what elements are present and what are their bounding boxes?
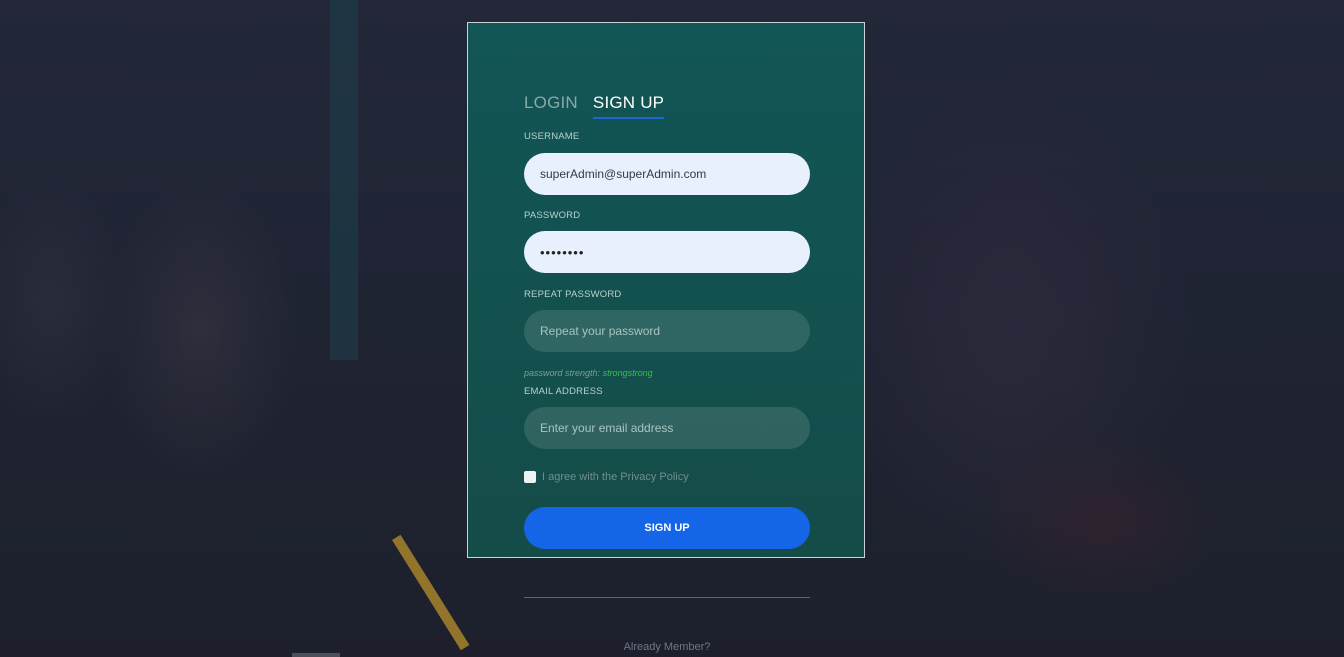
email-label: EMAIL ADDRESS [524,386,603,397]
privacy-label[interactable]: I agree with the Privacy Policy [542,471,689,483]
username-input[interactable]: superAdmin@superAdmin.com [524,153,810,195]
repeat-password-placeholder: Repeat your password [540,324,661,338]
background-pillar [330,0,358,360]
divider [524,597,810,598]
tab-login[interactable]: LOGIN [524,93,578,119]
password-input[interactable]: •••••••• [524,231,810,273]
username-value: superAdmin@superAdmin.com [540,167,707,181]
password-strength: password strength: strongstrong [524,368,653,378]
password-strength-value: strongstrong [602,368,653,378]
repeat-password-input[interactable]: Repeat your password [524,310,810,352]
scrollbar-thumb[interactable] [292,653,340,657]
signup-button[interactable]: SIGN UP [524,507,810,549]
repeat-password-label: REPEAT PASSWORD [524,289,622,300]
signup-card: LOGIN SIGN UP USERNAME superAdmin@superA… [467,22,865,558]
password-label: PASSWORD [524,210,581,221]
privacy-checkbox[interactable] [524,471,536,483]
privacy-agreement: I agree with the Privacy Policy [524,471,689,483]
email-input[interactable]: Enter your email address [524,407,810,449]
auth-tabs: LOGIN SIGN UP [524,93,665,119]
password-strength-label: password strength: [524,368,601,378]
already-member-link[interactable]: Already Member? [524,641,810,653]
username-label: USERNAME [524,131,580,142]
password-value: •••••••• [540,244,585,260]
tab-signup[interactable]: SIGN UP [592,93,665,119]
email-placeholder: Enter your email address [540,421,674,435]
